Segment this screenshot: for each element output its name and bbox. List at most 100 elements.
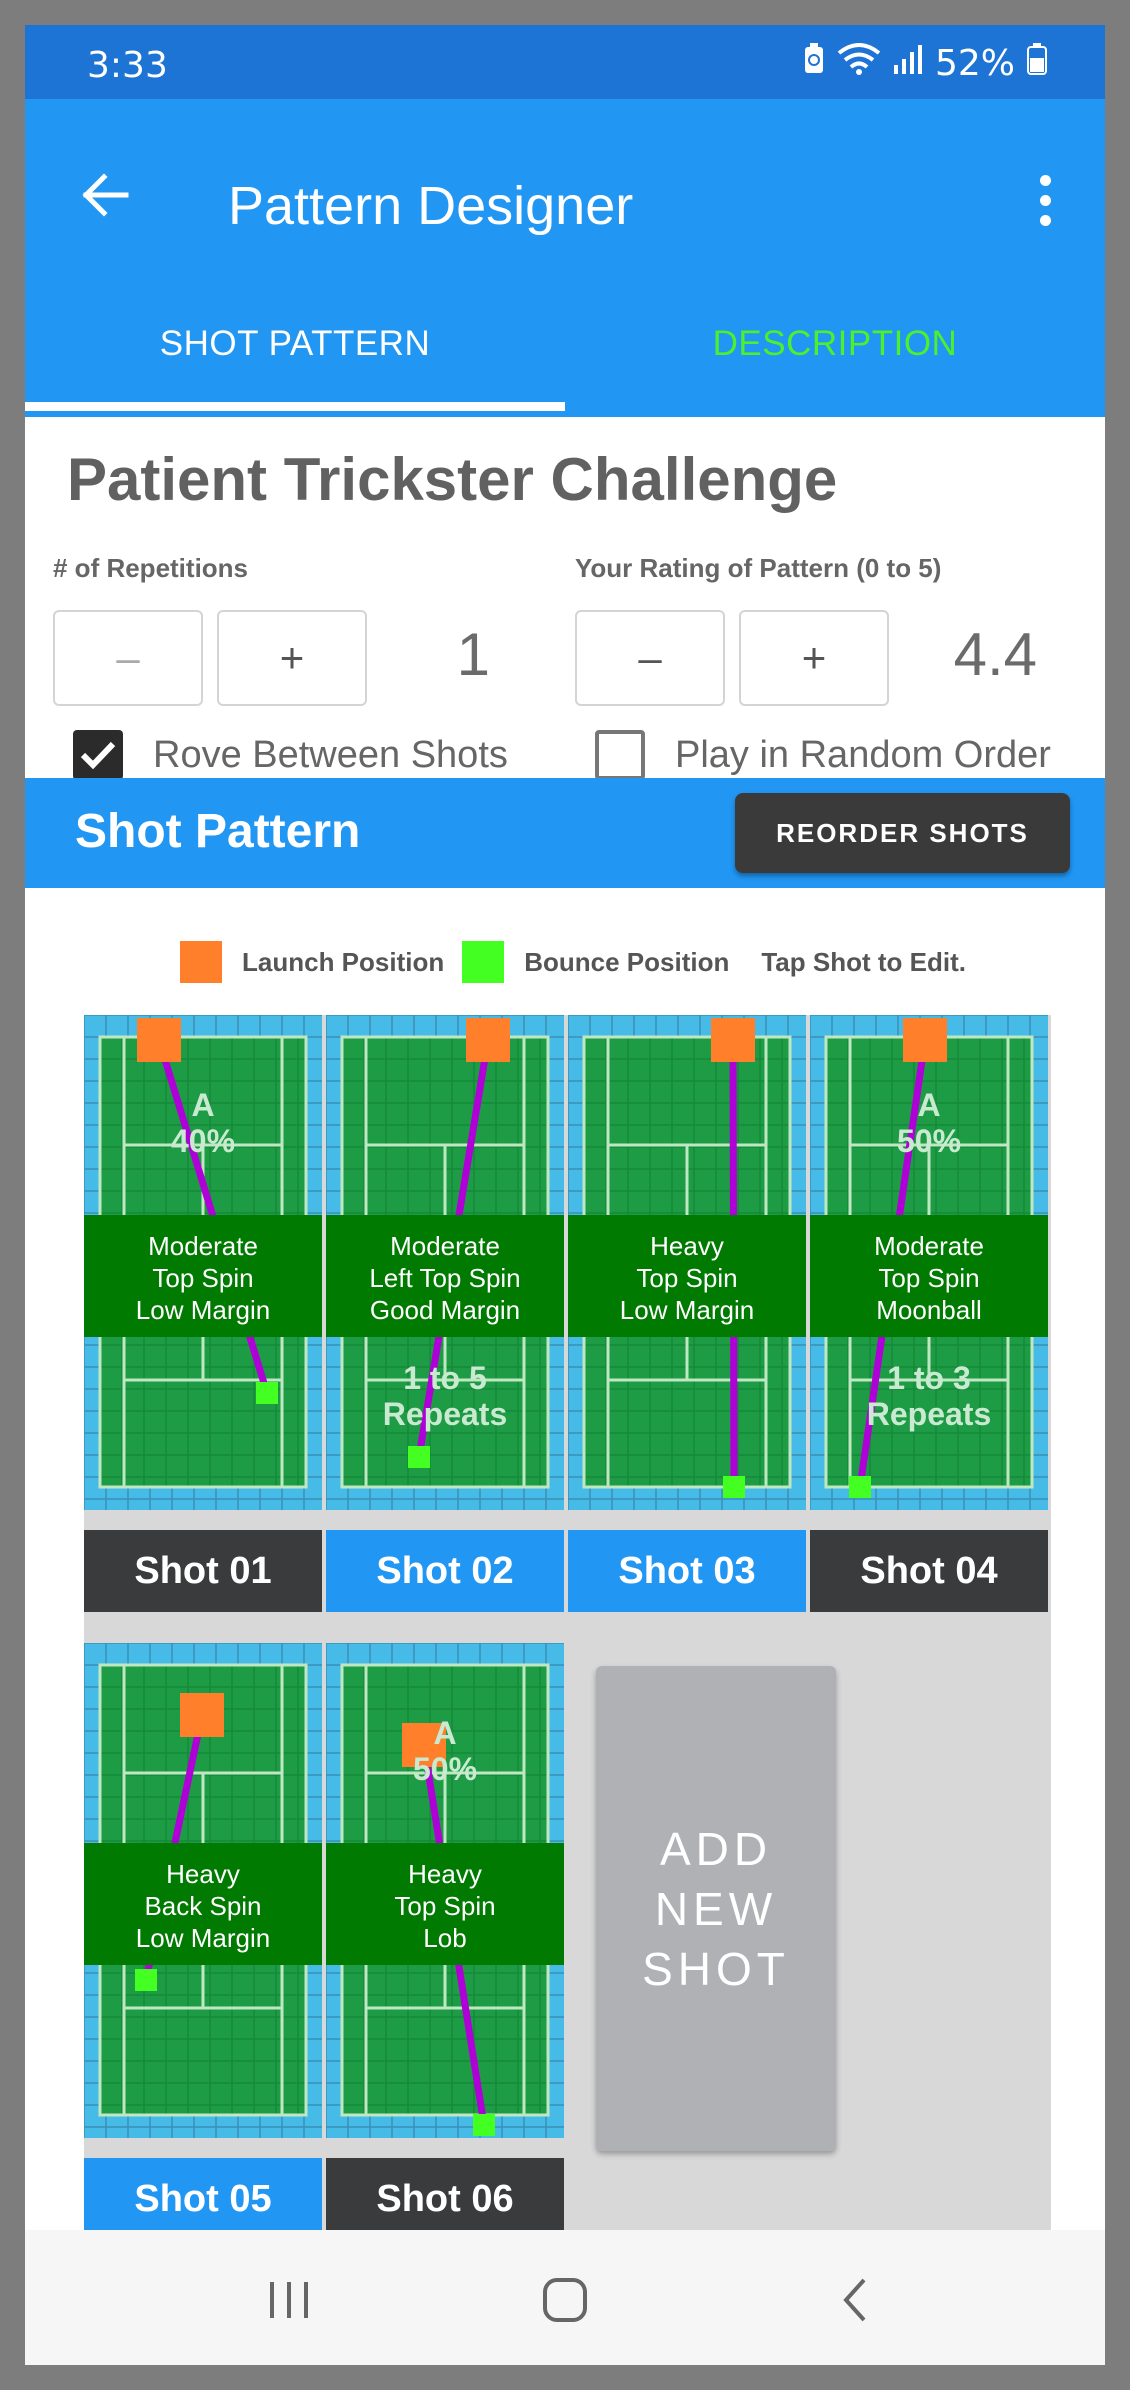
overlay-line: A bbox=[433, 1715, 457, 1751]
overlay-line: 50% bbox=[896, 1123, 962, 1159]
rating-increment-button[interactable]: + bbox=[739, 610, 889, 706]
bounce-marker bbox=[408, 1446, 430, 1468]
rove-checkbox[interactable] bbox=[73, 730, 123, 780]
add-new-shot-button[interactable]: ADD NEW SHOT bbox=[596, 1666, 836, 2151]
overlay-line: 40% bbox=[170, 1123, 236, 1159]
shot-label[interactable]: Shot 01 bbox=[84, 1530, 322, 1612]
description-line: Top Spin bbox=[636, 1263, 738, 1293]
shot-court: Heavy Back Spin Low Margin bbox=[84, 1643, 322, 2138]
phone-screen: 3:33 52% Pattern Designer SHOT PATTERN D… bbox=[25, 25, 1105, 2365]
shot-court: Moderate Left Top Spin Good Margin 1 to 5 Re… bbox=[326, 1015, 564, 1510]
shot-label[interactable]: Shot 05 bbox=[84, 2158, 322, 2240]
repetitions-increment-button[interactable]: + bbox=[217, 610, 367, 706]
shot-card[interactable]: Heavy Top Spin Low Margin Shot 03 bbox=[568, 1015, 806, 1612]
description-line: Low Margin bbox=[619, 1295, 755, 1325]
shot-card[interactable]: A 50% Heavy Top Spin Lob Shot 06 bbox=[326, 1643, 564, 2240]
rating-label: Your Rating of Pattern (0 to 5) bbox=[575, 553, 942, 583]
rating-decrement-button[interactable]: – bbox=[575, 610, 725, 706]
legend-hint: Tap Shot to Edit. bbox=[761, 946, 966, 977]
launch-marker bbox=[180, 1693, 224, 1737]
bounce-marker bbox=[135, 1969, 157, 1991]
shot-description: Moderate Top Spin Moonball bbox=[810, 1215, 1048, 1337]
description-line: Heavy bbox=[408, 1859, 482, 1889]
status-bar: 3:33 52% bbox=[25, 25, 1105, 99]
battery-percent: 52% bbox=[934, 43, 1015, 84]
shot-label[interactable]: Shot 02 bbox=[326, 1530, 564, 1612]
back-button[interactable] bbox=[75, 165, 135, 225]
launch-marker bbox=[466, 1018, 510, 1062]
description-line: Moonball bbox=[876, 1295, 982, 1325]
shot-card[interactable]: Moderate Left Top Spin Good Margin 1 to 5 Re… bbox=[326, 1015, 564, 1612]
shot-card[interactable]: Heavy Back Spin Low Margin Shot 05 bbox=[84, 1643, 322, 2240]
shot-court: A 40% Moderate Top Spin Low Margin bbox=[84, 1015, 322, 1510]
description-line: Moderate bbox=[874, 1231, 984, 1261]
shot-label[interactable]: Shot 06 bbox=[326, 2158, 564, 2240]
description-line: Back Spin bbox=[144, 1891, 262, 1921]
shot-description: Moderate Top Spin Low Margin bbox=[84, 1215, 322, 1337]
home-icon[interactable] bbox=[530, 2265, 600, 2335]
battery-saver-icon bbox=[803, 43, 825, 84]
legend-launch: Launch Position bbox=[242, 946, 445, 977]
bounce-swatch bbox=[462, 941, 505, 983]
shot-card[interactable]: A 50% Moderate Top Spin Moonball 1 to 3 Repeat… bbox=[810, 1015, 1048, 1612]
add-line-2: NEW bbox=[654, 1882, 778, 1935]
add-line-1: ADD bbox=[659, 1822, 773, 1875]
shot-card[interactable]: A 40% Moderate Top Spin Low Margin Shot 01 bbox=[84, 1015, 322, 1612]
description-line: Top Spin bbox=[152, 1263, 254, 1293]
shot-top-overlay: A 50% bbox=[326, 1715, 564, 1787]
overlay-line: Repeats bbox=[382, 1396, 508, 1432]
repetitions-label: # of Repetitions bbox=[53, 553, 249, 583]
description-line: Top Spin bbox=[878, 1263, 980, 1293]
description-line: Left Top Spin bbox=[369, 1263, 521, 1293]
add-line-3: SHOT bbox=[642, 1942, 790, 1995]
launch-swatch bbox=[180, 941, 222, 983]
shot-court: Heavy Top Spin Low Margin bbox=[568, 1015, 806, 1510]
repetitions-decrement-button[interactable]: – bbox=[53, 610, 203, 706]
bounce-marker bbox=[256, 1382, 278, 1404]
page-title: Pattern Designer bbox=[228, 176, 634, 236]
system-nav-bar bbox=[25, 2230, 1105, 2365]
description-line: Low Margin bbox=[135, 1295, 271, 1325]
status-time: 3:33 bbox=[87, 45, 168, 86]
description-line: Top Spin bbox=[394, 1891, 496, 1921]
bounce-marker bbox=[849, 1476, 871, 1498]
more-vert-icon[interactable] bbox=[1025, 165, 1065, 235]
recents-icon[interactable] bbox=[254, 2265, 324, 2335]
tab-description[interactable]: DESCRIPTION bbox=[565, 274, 1105, 414]
reorder-shots-button[interactable]: REORDER SHOTS bbox=[735, 793, 1070, 873]
legend: Launch Position Bounce Position Tap Shot… bbox=[180, 940, 966, 984]
shot-repeats-overlay: 1 to 5 Repeats bbox=[326, 1360, 564, 1432]
check-icon bbox=[80, 741, 116, 770]
overlay-line: 50% bbox=[412, 1751, 478, 1787]
shot-repeats-overlay: 1 to 3 Repeats bbox=[810, 1360, 1048, 1432]
shot-top-overlay: A 50% bbox=[810, 1087, 1048, 1159]
shot-label[interactable]: Shot 03 bbox=[568, 1530, 806, 1612]
shot-pattern-title: Shot Pattern bbox=[75, 805, 361, 858]
arrow-left-icon bbox=[82, 173, 129, 217]
shot-description: Heavy Back Spin Low Margin bbox=[84, 1843, 322, 1965]
app-bar: Pattern Designer SHOT PATTERN DESCRIPTIO… bbox=[25, 99, 1105, 417]
tab-indicator bbox=[25, 402, 565, 411]
random-order-label: Play in Random Order bbox=[675, 733, 1051, 776]
random-order-checkbox[interactable] bbox=[595, 730, 645, 780]
repetitions-value: 1 bbox=[456, 621, 490, 688]
shot-top-overlay: A 40% bbox=[84, 1087, 322, 1159]
chevron-left-icon[interactable] bbox=[820, 2265, 890, 2335]
description-line: Moderate bbox=[148, 1231, 258, 1261]
shot-court: A 50% Heavy Top Spin Lob bbox=[326, 1643, 564, 2138]
overlay-line: A bbox=[191, 1087, 215, 1123]
description-line: Heavy bbox=[166, 1859, 240, 1889]
shot-pattern-header: Shot Pattern REORDER SHOTS bbox=[25, 778, 1105, 888]
signal-icon bbox=[893, 43, 923, 84]
overlay-line: 1 to 5 bbox=[403, 1360, 487, 1396]
overlay-line: Repeats bbox=[866, 1396, 992, 1432]
shot-grid: ADD NEW SHOT A 40% Moderate Top Spin Low Mar… bbox=[84, 1015, 1051, 2275]
launch-marker bbox=[137, 1018, 181, 1062]
launch-marker bbox=[903, 1018, 947, 1062]
shot-label[interactable]: Shot 04 bbox=[810, 1530, 1048, 1612]
overlay-line: A bbox=[917, 1087, 941, 1123]
tab-shot-pattern[interactable]: SHOT PATTERN bbox=[25, 274, 565, 414]
legend-bounce: Bounce Position bbox=[524, 946, 730, 977]
shot-court: A 50% Moderate Top Spin Moonball 1 to 3 Repeat… bbox=[810, 1015, 1048, 1510]
overlay-line: 1 to 3 bbox=[887, 1360, 971, 1396]
